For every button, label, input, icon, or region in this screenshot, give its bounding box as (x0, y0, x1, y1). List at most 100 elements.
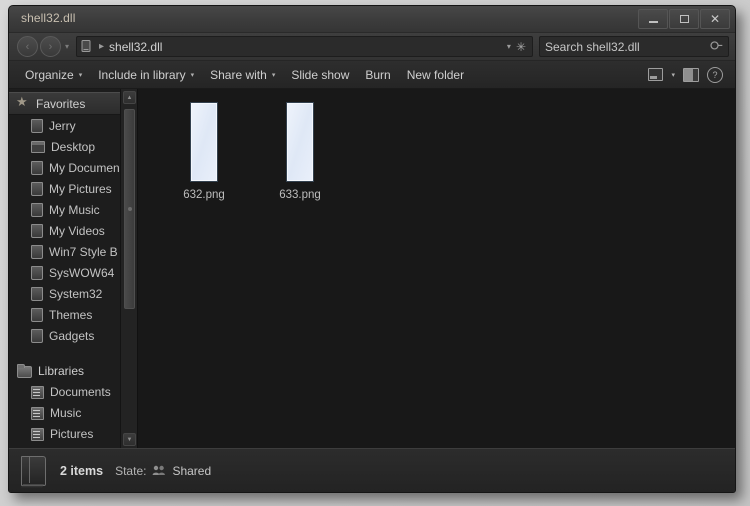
search-box[interactable]: Search shell32.dll (539, 36, 729, 57)
maximize-button[interactable] (669, 9, 699, 29)
maximize-icon (679, 15, 689, 23)
sidebar-item-my-videos[interactable]: My Videos (9, 220, 120, 241)
new-folder-button[interactable]: New folder (399, 64, 472, 86)
include-in-library-label: Include in library (98, 67, 186, 82)
sidebar-item-documents[interactable]: Documents (9, 381, 120, 402)
scroll-down-icon[interactable]: ▼ (123, 433, 136, 446)
sidebar-item-label: My Documen (49, 160, 120, 175)
sidebar-group-spacer (9, 346, 120, 360)
breadcrumb-path[interactable]: shell32.dll (109, 40, 162, 54)
preview-pane-icon (683, 67, 699, 82)
sidebar-item-label: My Pictures (49, 181, 112, 196)
library-icon (31, 385, 44, 399)
sidebar-item-my-music[interactable]: My Music (9, 199, 120, 220)
change-view-icon (648, 68, 664, 81)
sidebar-item-label: My Videos (49, 223, 105, 238)
sidebar-item-label: Music (50, 405, 82, 420)
sidebar-item-system32[interactable]: System32 (9, 283, 120, 304)
thumbnail-wrap (287, 103, 313, 181)
sidebar-item-jerry[interactable]: Jerry (9, 115, 120, 136)
details-pane: 2 items State: Shared (9, 448, 735, 492)
sidebar-item-my-pictures[interactable]: My Pictures (9, 178, 120, 199)
sidebar-group-favorites[interactable]: Favorites (9, 92, 120, 115)
slide-show-label: Slide show (291, 67, 350, 82)
image-thumbnail (287, 103, 313, 181)
title-bar: shell32.dll ✕ (9, 6, 735, 33)
burn-label: Burn (365, 67, 391, 82)
explorer-window: shell32.dll ✕ ‹ › ▾ ▸ shell32.dll ▾ ✳ Se… (8, 5, 736, 493)
sidebar-item-label: Gadgets (49, 328, 95, 343)
desktop-backdrop: shell32.dll ✕ ‹ › ▾ ▸ shell32.dll ▾ ✳ Se… (0, 0, 750, 506)
navigation-pane-scrollarea: Favorites Jerry Desktop My Documen (9, 89, 120, 448)
minimize-button[interactable] (638, 9, 668, 29)
sidebar-item-themes[interactable]: Themes (9, 304, 120, 325)
file-name-label: 633.png (279, 189, 321, 201)
sidebar-item-label: Pictures (50, 426, 94, 441)
library-icon (31, 427, 44, 441)
sidebar-item-desktop[interactable]: Desktop (9, 136, 120, 157)
sidebar-item-label: Win7 Style B (49, 244, 118, 259)
scrollbar-thumb[interactable] (124, 109, 135, 309)
sidebar-item-label: Documents (50, 384, 111, 399)
include-in-library-button[interactable]: Include in library ▾ (90, 64, 202, 86)
address-dropdown-icon[interactable]: ▾ (502, 42, 516, 51)
search-input[interactable]: Search shell32.dll (545, 40, 711, 54)
sidebar-item-syswow64[interactable]: SysWOW64 (9, 262, 120, 283)
command-toolbar: Organize ▾ Include in library ▾ Share wi… (9, 61, 735, 89)
sidebar-item-label: Jerry (49, 118, 76, 133)
file-name-label: 632.png (183, 189, 225, 201)
refresh-icon[interactable]: ✳ (516, 41, 528, 53)
share-with-label: Share with (210, 67, 267, 82)
sidebar-item-win7-style-builder[interactable]: Win7 Style B (9, 241, 120, 262)
scroll-up-icon[interactable]: ▲ (123, 91, 136, 104)
minimize-icon (648, 21, 658, 23)
close-button[interactable]: ✕ (700, 9, 730, 29)
burn-button[interactable]: Burn (357, 64, 398, 86)
sidebar-item-my-documents[interactable]: My Documen (9, 157, 120, 178)
close-icon: ✕ (709, 12, 721, 26)
folder-small-icon (31, 181, 43, 196)
help-icon: ? (707, 66, 723, 83)
sidebar-item-label: Desktop (51, 139, 96, 154)
sidebar-item-label: Themes (49, 307, 93, 322)
slide-show-button[interactable]: Slide show (283, 64, 357, 86)
folder-small-icon (31, 286, 43, 301)
change-view-dropdown-button[interactable]: ▾ (667, 64, 679, 86)
sidebar-item-pictures[interactable]: Pictures (9, 423, 120, 444)
preview-pane-button[interactable] (679, 64, 703, 86)
change-view-button[interactable] (644, 64, 667, 86)
sidebar-group-label: Libraries (38, 363, 85, 378)
chevron-down-icon: ▾ (78, 71, 83, 79)
share-with-button[interactable]: Share with ▾ (202, 64, 283, 86)
sidebar-scrollbar[interactable]: ▲ ▼ (120, 89, 137, 448)
star-icon (16, 94, 30, 110)
file-item[interactable]: 632.png (156, 101, 252, 201)
folder-small-icon (31, 118, 43, 133)
recent-pages-button[interactable]: ▾ (61, 42, 73, 51)
folder-small-icon (31, 244, 43, 259)
new-folder-label: New folder (406, 67, 465, 82)
back-arrow-icon: ‹ (25, 40, 30, 53)
navigation-bar: ‹ › ▾ ▸ shell32.dll ▾ ✳ Search shell32.d… (9, 33, 735, 61)
library-icon (31, 406, 44, 420)
folder-small-icon (31, 160, 43, 175)
forward-button[interactable]: › (40, 36, 61, 57)
folder-icon (17, 363, 32, 378)
forward-arrow-icon: › (48, 40, 53, 53)
sidebar-item-gadgets[interactable]: Gadgets (9, 325, 120, 346)
computer-icon (81, 40, 92, 53)
file-list-pane[interactable]: 632.png 633.png (138, 89, 735, 448)
organize-button[interactable]: Organize ▾ (17, 64, 90, 86)
sidebar-item-label: My Music (49, 202, 100, 217)
back-button[interactable]: ‹ (17, 36, 38, 57)
navigation-pane: Favorites Jerry Desktop My Documen (9, 89, 138, 448)
sidebar-group-libraries[interactable]: Libraries (9, 360, 120, 381)
state-label: State: (115, 463, 147, 478)
address-bar[interactable]: ▸ shell32.dll ▾ ✳ (76, 36, 533, 57)
file-item[interactable]: 633.png (252, 101, 348, 201)
help-button[interactable]: ? (703, 64, 727, 86)
sidebar-item-music[interactable]: Music (9, 402, 120, 423)
sidebar-item-label: SysWOW64 (49, 265, 115, 280)
chevron-down-icon: ▾ (190, 71, 195, 79)
folder-small-icon (31, 202, 43, 217)
